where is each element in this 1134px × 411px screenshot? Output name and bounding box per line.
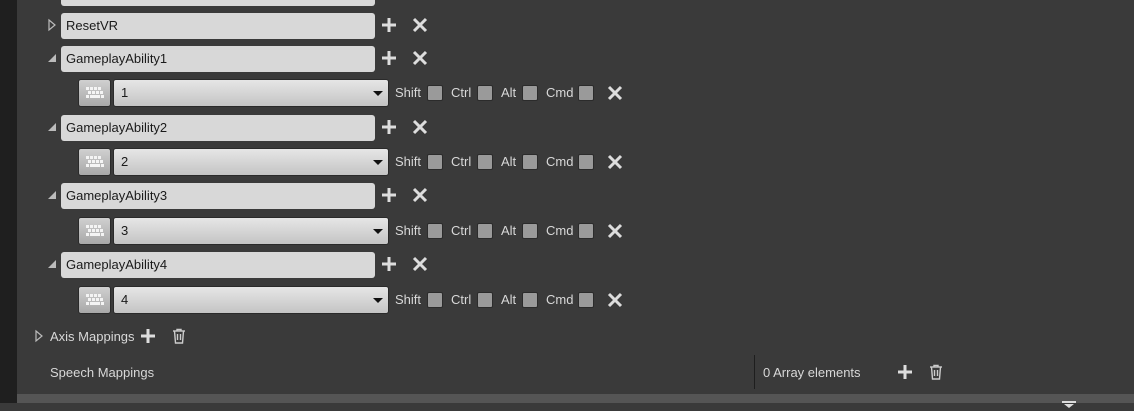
- key-dropdown[interactable]: 1: [113, 79, 389, 107]
- shift-checkbox[interactable]: [427, 154, 443, 170]
- action-name-field[interactable]: [61, 46, 375, 72]
- action-name-field[interactable]: [61, 13, 375, 39]
- shift-checkbox[interactable]: [427, 292, 443, 308]
- array-elements-count: 0 Array elements: [763, 365, 861, 380]
- key-selector-button[interactable]: [78, 79, 111, 107]
- plus-icon[interactable]: [896, 363, 914, 381]
- cmd-checkbox[interactable]: [578, 154, 594, 170]
- key-value: 2: [121, 154, 129, 169]
- axis-mappings-label: Axis Mappings: [50, 329, 135, 344]
- cmd-label: Cmd: [546, 154, 574, 169]
- key-selector-button[interactable]: [78, 286, 111, 314]
- ctrl-checkbox[interactable]: [477, 223, 493, 239]
- close-icon[interactable]: [411, 255, 429, 273]
- close-icon[interactable]: [411, 118, 429, 136]
- shift-label: Shift: [395, 154, 422, 169]
- column-divider: [754, 355, 755, 389]
- collapsed-arrow-icon[interactable]: [45, 18, 59, 32]
- alt-label: Alt: [501, 292, 517, 307]
- ctrl-label: Ctrl: [451, 154, 472, 169]
- bottom-scroll-edge: [17, 394, 1134, 403]
- cmd-label: Cmd: [546, 223, 574, 238]
- alt-label: Alt: [501, 154, 517, 169]
- key-dropdown[interactable]: 4: [113, 286, 389, 314]
- alt-checkbox[interactable]: [522, 85, 538, 101]
- cmd-checkbox[interactable]: [578, 223, 594, 239]
- cmd-checkbox[interactable]: [578, 85, 594, 101]
- alt-checkbox[interactable]: [522, 154, 538, 170]
- cmd-label: Cmd: [546, 85, 574, 100]
- key-dropdown[interactable]: 2: [113, 148, 389, 176]
- expanded-arrow-icon[interactable]: [45, 257, 59, 271]
- trash-icon[interactable]: [170, 327, 188, 345]
- plus-icon[interactable]: [380, 255, 398, 273]
- shift-label: Shift: [395, 85, 422, 100]
- shift-checkbox[interactable]: [427, 85, 443, 101]
- key-selector-button[interactable]: [78, 217, 111, 245]
- plus-icon[interactable]: [380, 49, 398, 67]
- key-selector-button[interactable]: [78, 148, 111, 176]
- shift-checkbox[interactable]: [427, 223, 443, 239]
- close-icon[interactable]: [606, 153, 624, 171]
- close-icon[interactable]: [606, 291, 624, 309]
- ctrl-checkbox[interactable]: [477, 154, 493, 170]
- shift-label: Shift: [395, 292, 422, 307]
- plus-icon[interactable]: [380, 186, 398, 204]
- key-value: 1: [121, 85, 129, 100]
- alt-checkbox[interactable]: [522, 223, 538, 239]
- chevron-down-icon: [373, 91, 383, 96]
- cmd-label: Cmd: [546, 292, 574, 307]
- close-icon[interactable]: [411, 16, 429, 34]
- speech-mappings-label: Speech Mappings: [50, 365, 155, 380]
- expanded-arrow-icon[interactable]: [45, 188, 59, 202]
- close-icon[interactable]: [411, 186, 429, 204]
- collapsed-arrow-icon[interactable]: [32, 329, 46, 343]
- keyboard-icon: [86, 294, 104, 305]
- expanded-arrow-icon[interactable]: [45, 120, 59, 134]
- chevron-down-icon: [373, 298, 383, 303]
- key-dropdown[interactable]: 3: [113, 217, 389, 245]
- plus-icon[interactable]: [139, 327, 157, 345]
- plus-icon[interactable]: [380, 16, 398, 34]
- ctrl-label: Ctrl: [451, 292, 472, 307]
- close-icon[interactable]: [606, 84, 624, 102]
- ctrl-label: Ctrl: [451, 85, 472, 100]
- close-icon[interactable]: [411, 49, 429, 67]
- partial-field-above: [61, 0, 375, 6]
- ctrl-checkbox[interactable]: [477, 85, 493, 101]
- left-panel-edge: [0, 0, 17, 403]
- key-value: 3: [121, 223, 129, 238]
- keyboard-icon: [86, 225, 104, 236]
- shift-label: Shift: [395, 223, 422, 238]
- alt-checkbox[interactable]: [522, 292, 538, 308]
- close-icon[interactable]: [606, 222, 624, 240]
- action-name-field[interactable]: [61, 252, 375, 278]
- cmd-checkbox[interactable]: [578, 292, 594, 308]
- alt-label: Alt: [501, 85, 517, 100]
- keyboard-icon: [86, 156, 104, 167]
- keyboard-icon: [86, 87, 104, 98]
- alt-label: Alt: [501, 223, 517, 238]
- plus-icon[interactable]: [380, 118, 398, 136]
- ctrl-checkbox[interactable]: [477, 292, 493, 308]
- resize-handle-icon[interactable]: [1062, 396, 1076, 408]
- action-name-field[interactable]: [61, 115, 375, 141]
- chevron-down-icon: [373, 160, 383, 165]
- ctrl-label: Ctrl: [451, 223, 472, 238]
- expanded-arrow-icon[interactable]: [45, 51, 59, 65]
- trash-icon[interactable]: [927, 363, 945, 381]
- action-name-field[interactable]: [61, 183, 375, 209]
- chevron-down-icon: [373, 229, 383, 234]
- key-value: 4: [121, 292, 129, 307]
